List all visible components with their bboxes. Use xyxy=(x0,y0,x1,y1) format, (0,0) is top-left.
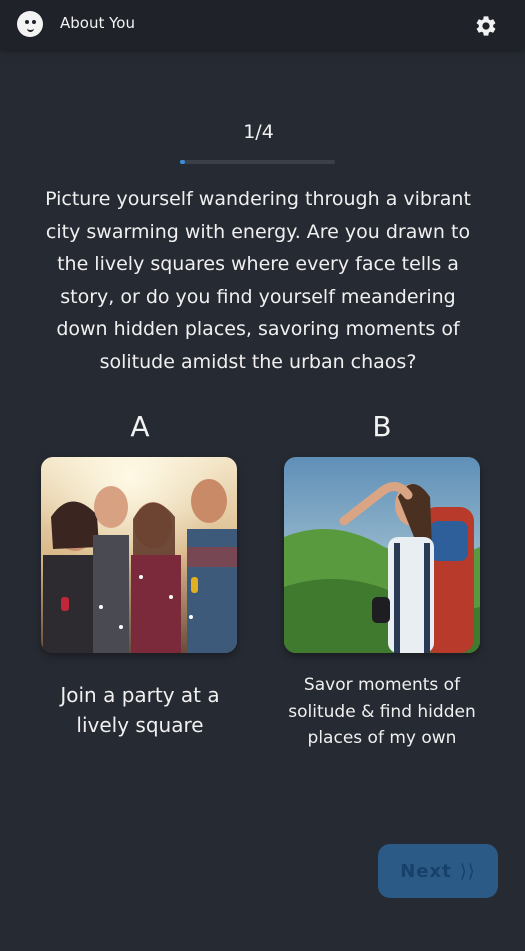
option-a-letter: A xyxy=(130,410,150,443)
option-b-text[interactable]: Savor moments of solitude & find hidden … xyxy=(272,672,492,752)
progress-label: 1/4 xyxy=(243,121,274,143)
option-a-image[interactable] xyxy=(41,457,237,653)
top-app-bar: About You xyxy=(0,0,525,49)
next-button[interactable]: Next ⟩⟩ xyxy=(378,844,498,898)
smiley-face-icon[interactable] xyxy=(17,11,43,37)
gear-icon[interactable] xyxy=(474,14,498,38)
progress-bar xyxy=(180,160,335,164)
option-b-image[interactable] xyxy=(284,457,480,653)
next-button-label: Next xyxy=(400,860,452,882)
chevron-right-icon: ⟩⟩ xyxy=(459,860,476,882)
progress-bar-fill xyxy=(180,160,185,164)
app-title: About You xyxy=(60,14,135,32)
question-text: Picture yourself wandering through a vib… xyxy=(45,188,471,373)
option-a-text[interactable]: Join a party at a lively square xyxy=(40,680,240,740)
option-b-letter: B xyxy=(372,410,392,443)
